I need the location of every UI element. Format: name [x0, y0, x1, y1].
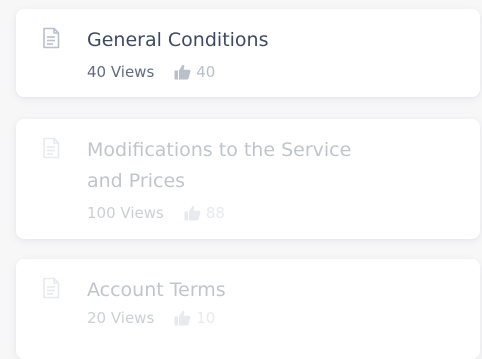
article-card[interactable]: General Conditions 40 Views 40	[16, 9, 480, 97]
views-count: 40 Views	[87, 63, 155, 81]
document-icon	[43, 277, 60, 299]
likes-count: 40	[196, 63, 216, 81]
article-meta: 40 Views 40	[87, 63, 215, 81]
document-icon	[43, 137, 60, 159]
article-card[interactable]: Account Terms 20 Views 10	[16, 259, 480, 359]
article-title[interactable]: Modifications to the Service and Prices	[87, 135, 387, 197]
article-title[interactable]: Account Terms	[87, 275, 387, 306]
thumbs-up-icon[interactable]	[174, 64, 191, 80]
likes-count: 88	[205, 204, 225, 222]
likes-count: 10	[196, 309, 216, 327]
thumbs-up-icon[interactable]	[184, 205, 201, 221]
views-count: 100 Views	[87, 204, 164, 222]
document-icon	[43, 27, 60, 49]
article-title[interactable]: General Conditions	[87, 25, 387, 56]
article-meta: 100 Views 88	[87, 204, 225, 222]
article-meta: 20 Views 10	[87, 309, 215, 327]
thumbs-up-icon[interactable]	[174, 310, 191, 326]
views-count: 20 Views	[87, 309, 155, 327]
article-card[interactable]: Modifications to the Service and Prices …	[16, 119, 480, 239]
